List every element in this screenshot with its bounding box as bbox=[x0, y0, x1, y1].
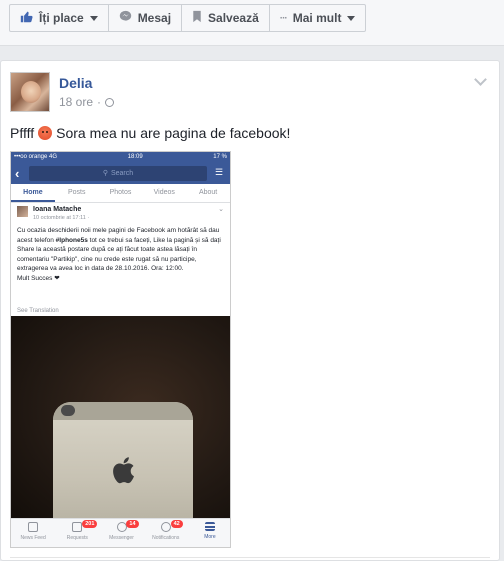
nav-more: More bbox=[188, 519, 230, 547]
inner-post-body: Cu ocazia deschiderii noii mele pagini d… bbox=[17, 226, 226, 283]
tab-home: Home bbox=[11, 184, 55, 202]
message-bubble-icon bbox=[119, 10, 132, 26]
like-page-button[interactable]: Îți place bbox=[10, 5, 109, 31]
status-carrier: •••oo orange 4G bbox=[14, 154, 57, 160]
friends-icon: ☰ bbox=[214, 167, 224, 177]
news-feed-icon bbox=[28, 522, 39, 532]
nav-label: More bbox=[204, 534, 216, 540]
chevron-down-icon bbox=[347, 15, 356, 21]
angry-face-emoji-icon bbox=[38, 126, 53, 140]
privacy-globe-icon[interactable] bbox=[105, 97, 115, 107]
page-actions: Îți place Mesaj Salvează ··· Mai mult bbox=[9, 4, 367, 32]
save-button[interactable]: Salvează bbox=[182, 5, 270, 31]
post-text-start: Pffff bbox=[10, 125, 35, 141]
nav-label: Notifications bbox=[152, 535, 180, 541]
chevron-down-icon bbox=[89, 15, 98, 21]
action-bar: Îți place Mesaj Salvează ··· Mai mult bbox=[0, 0, 504, 46]
inner-signoff: Mult Succes ❤ bbox=[17, 274, 60, 282]
post-meta: 18 ore · bbox=[59, 95, 115, 109]
camera-icon bbox=[61, 405, 75, 416]
more-dots-icon: ··· bbox=[279, 12, 288, 24]
message-button[interactable]: Mesaj bbox=[109, 5, 183, 31]
search-icon: ⚲ bbox=[102, 170, 108, 177]
nav-label: Requests bbox=[66, 535, 88, 541]
status-time: 18:09 bbox=[127, 154, 143, 160]
iphone-back bbox=[53, 402, 193, 520]
message-label: Mesaj bbox=[137, 11, 172, 25]
friend-requests-icon bbox=[72, 522, 83, 532]
page-tabs: Home Posts Photos Videos About bbox=[11, 184, 230, 203]
requests-badge: 201 bbox=[82, 520, 98, 528]
post-image[interactable]: •••oo orange 4G 18:09 17 % ‹ ⚲ Search ☰ … bbox=[10, 151, 231, 548]
more-button[interactable]: ··· Mai mult bbox=[270, 5, 366, 31]
meta-separator: · bbox=[97, 95, 102, 109]
bookmark-icon bbox=[192, 10, 202, 26]
mobile-search-bar: ⚲ Search bbox=[29, 165, 207, 181]
messenger-badge: 14 bbox=[126, 520, 139, 528]
tab-videos: Videos bbox=[153, 189, 175, 196]
inner-avatar bbox=[17, 206, 28, 217]
search-placeholder: Search bbox=[110, 169, 134, 177]
post-text-end: Sora mea nu are pagina de facebook! bbox=[56, 125, 291, 141]
post-divider bbox=[10, 557, 490, 558]
thumbs-up-icon bbox=[20, 10, 33, 26]
post-timestamp[interactable]: 18 ore bbox=[59, 95, 93, 109]
post-text: Pffff Sora mea nu are pagina de facebook… bbox=[10, 125, 290, 141]
apple-logo-icon bbox=[113, 457, 134, 484]
inner-hashtag: #Iphone5s bbox=[55, 236, 88, 244]
phone-status-bar: •••oo orange 4G 18:09 17 % bbox=[11, 152, 230, 162]
chevron-down-icon: ⌄ bbox=[218, 206, 224, 213]
nav-news-feed: News Feed bbox=[11, 519, 55, 547]
shared-post: Ioana Matache 10 octombrie at 17:11 · ⌄ … bbox=[11, 203, 230, 316]
more-label: Mai mult bbox=[292, 11, 342, 25]
post-options-chevron-icon[interactable] bbox=[474, 73, 487, 86]
nav-label: News Feed bbox=[20, 535, 46, 541]
iphone-photo bbox=[11, 316, 230, 520]
mobile-bottom-nav: News Feed 201 Requests 14 Messenger 42 N… bbox=[11, 518, 230, 547]
nav-messenger: 14 Messenger bbox=[99, 519, 143, 547]
author-name[interactable]: Delia bbox=[59, 75, 92, 91]
nav-notifications: 42 Notifications bbox=[144, 519, 188, 547]
post-card: Delia 18 ore · Pffff Sora mea nu are pag… bbox=[0, 60, 500, 561]
status-battery: 17 % bbox=[213, 154, 227, 160]
messenger-icon bbox=[116, 522, 127, 532]
nav-label: Messenger bbox=[109, 535, 134, 541]
tab-photos: Photos bbox=[109, 189, 132, 196]
save-label: Salvează bbox=[208, 11, 259, 25]
nav-requests: 201 Requests bbox=[55, 519, 99, 547]
globe-icon bbox=[160, 522, 171, 532]
back-arrow-icon: ‹ bbox=[15, 165, 20, 181]
inner-date: 10 octombrie at 17:11 · bbox=[33, 215, 90, 221]
author-avatar[interactable] bbox=[10, 72, 50, 112]
tab-posts: Posts bbox=[67, 189, 86, 196]
tab-about: About bbox=[198, 189, 218, 196]
menu-icon bbox=[204, 522, 215, 531]
fb-mobile-header: ‹ ⚲ Search ☰ bbox=[11, 162, 230, 184]
notifications-badge: 42 bbox=[170, 520, 183, 528]
like-page-label: Îți place bbox=[39, 11, 84, 25]
